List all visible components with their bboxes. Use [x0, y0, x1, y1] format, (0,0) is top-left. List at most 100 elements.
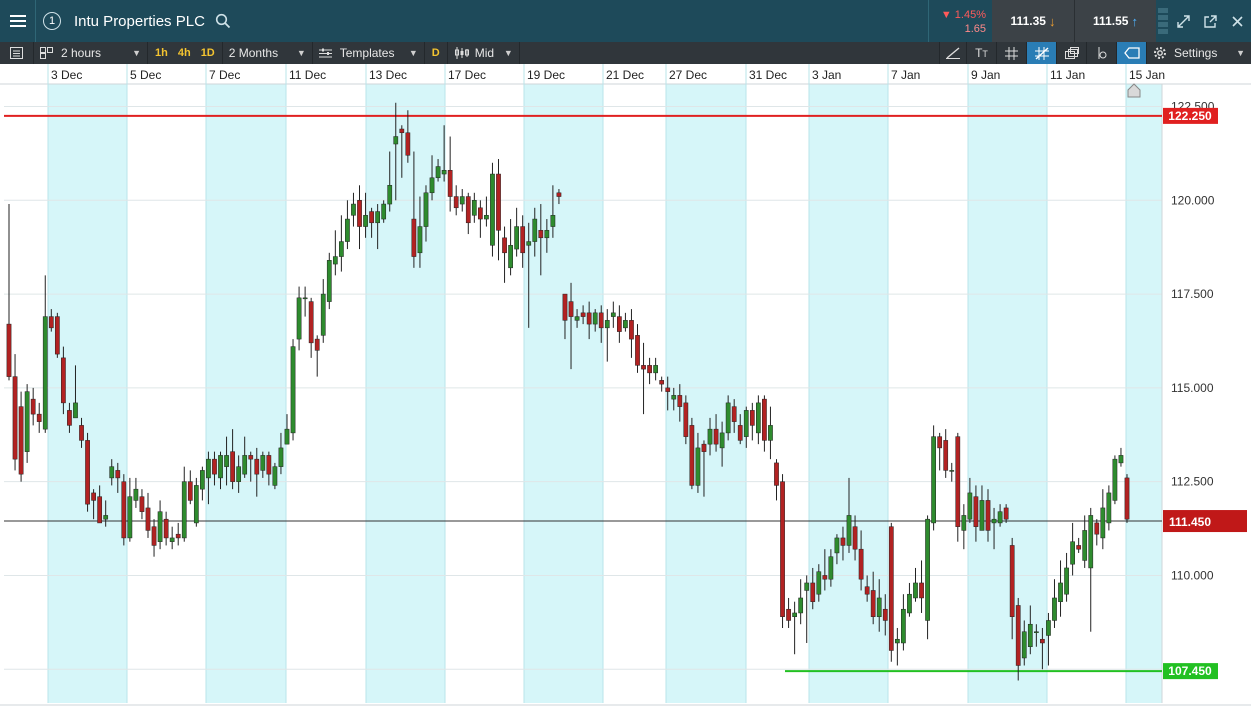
- candle[interactable]: [36, 402, 42, 433]
- candle[interactable]: [629, 309, 634, 358]
- candle[interactable]: [683, 395, 689, 445]
- chart-canvas[interactable]: 3 Dec 5 Dec 7 Dec 11 Dec 13 Dec 17 Dec 19 Dec 2…: [0, 64, 1251, 711]
- tf-4h-button[interactable]: 4h: [173, 47, 196, 59]
- candle[interactable]: [925, 515, 930, 640]
- candle[interactable]: [42, 275, 48, 433]
- candle[interactable]: [6, 204, 12, 381]
- candle[interactable]: [798, 579, 804, 625]
- candle[interactable]: [1124, 474, 1130, 523]
- crosshair-grid-icon[interactable]: [1027, 42, 1057, 64]
- candle[interactable]: [689, 417, 695, 490]
- candle[interactable]: [1094, 519, 1100, 546]
- candle[interactable]: [1088, 507, 1094, 632]
- candle[interactable]: [610, 301, 616, 328]
- candle[interactable]: [780, 474, 785, 628]
- candle[interactable]: [961, 504, 967, 550]
- candle[interactable]: [949, 462, 955, 482]
- tf-1h-button[interactable]: 1h: [150, 47, 173, 59]
- candle[interactable]: [478, 200, 483, 238]
- candle[interactable]: [302, 286, 308, 317]
- buy-price-button[interactable]: 111.55 ↑: [1074, 0, 1156, 42]
- candle[interactable]: [641, 342, 646, 415]
- candle[interactable]: [502, 226, 507, 283]
- candle[interactable]: [490, 162, 495, 257]
- candle[interactable]: [175, 522, 181, 546]
- candle[interactable]: [943, 429, 949, 478]
- candle[interactable]: [193, 477, 199, 527]
- candle[interactable]: [308, 297, 314, 358]
- candle[interactable]: [465, 192, 471, 235]
- candle[interactable]: [121, 474, 127, 546]
- candle[interactable]: [1118, 447, 1124, 467]
- candle[interactable]: [774, 459, 779, 501]
- candle[interactable]: [187, 470, 193, 505]
- candle[interactable]: [133, 477, 139, 508]
- price-type-select[interactable]: Mid ▼: [448, 42, 520, 64]
- price-chart[interactable]: 3 Dec 5 Dec 7 Dec 11 Dec 13 Dec 17 Dec 19 Dec 2…: [0, 64, 1251, 711]
- candle[interactable]: [12, 354, 18, 471]
- candle[interactable]: [1082, 515, 1088, 568]
- candle[interactable]: [181, 466, 187, 542]
- candle[interactable]: [1064, 552, 1069, 602]
- candle[interactable]: [804, 575, 810, 643]
- candle[interactable]: [913, 567, 918, 602]
- tag-icon[interactable]: [1117, 42, 1147, 64]
- candle[interactable]: [200, 466, 205, 501]
- candle[interactable]: [762, 395, 767, 452]
- candle[interactable]: [314, 335, 320, 377]
- candle[interactable]: [1052, 579, 1057, 628]
- candle[interactable]: [623, 312, 628, 332]
- candle[interactable]: [139, 489, 145, 520]
- candle[interactable]: [768, 406, 773, 460]
- candle[interactable]: [85, 432, 90, 512]
- candle[interactable]: [647, 357, 652, 385]
- candle[interactable]: [755, 395, 761, 445]
- list-view-icon[interactable]: [0, 42, 34, 64]
- candle[interactable]: [604, 309, 610, 362]
- close-icon[interactable]: [1224, 0, 1251, 42]
- layers-icon[interactable]: [1057, 42, 1087, 64]
- candle[interactable]: [345, 200, 350, 250]
- settings-button[interactable]: Settings ▼: [1147, 42, 1251, 64]
- candle[interactable]: [272, 462, 278, 490]
- range-select[interactable]: 2 Months ▼: [223, 42, 313, 64]
- candle[interactable]: [151, 519, 157, 557]
- candle[interactable]: [749, 402, 755, 441]
- candle[interactable]: [653, 357, 658, 381]
- candle[interactable]: [357, 185, 362, 250]
- candle[interactable]: [792, 601, 797, 655]
- candle[interactable]: [459, 189, 465, 212]
- candle[interactable]: [30, 387, 36, 426]
- candle[interactable]: [1070, 522, 1075, 576]
- candle[interactable]: [339, 215, 344, 272]
- grid-icon[interactable]: [997, 42, 1027, 64]
- candle[interactable]: [888, 522, 894, 662]
- candle[interactable]: [931, 425, 936, 531]
- candle[interactable]: [127, 477, 133, 542]
- candle[interactable]: [919, 560, 924, 613]
- candle[interactable]: [296, 286, 302, 351]
- templates-select[interactable]: Templates ▼: [313, 42, 425, 64]
- candle[interactable]: [54, 312, 60, 358]
- draw-line-icon[interactable]: [939, 42, 967, 64]
- candle[interactable]: [351, 192, 356, 227]
- indicator-icon[interactable]: [1087, 42, 1117, 64]
- candle[interactable]: [326, 252, 332, 310]
- text-tool-icon[interactable]: TT: [967, 42, 997, 64]
- candle[interactable]: [937, 432, 943, 471]
- candle[interactable]: [145, 492, 151, 538]
- expand-icon[interactable]: [1170, 0, 1197, 42]
- candle[interactable]: [157, 500, 163, 550]
- candle[interactable]: [471, 192, 477, 223]
- candle[interactable]: [484, 196, 489, 227]
- menu-icon[interactable]: [0, 0, 36, 42]
- candle[interactable]: [290, 339, 296, 441]
- candle[interactable]: [163, 511, 169, 546]
- candle[interactable]: [18, 391, 24, 482]
- tf-1d-button[interactable]: 1D: [196, 47, 220, 59]
- candle[interactable]: [659, 376, 665, 392]
- candle[interactable]: [332, 230, 338, 276]
- candle[interactable]: [1100, 489, 1106, 550]
- search-icon[interactable]: [211, 9, 235, 33]
- d-button[interactable]: D: [425, 42, 448, 64]
